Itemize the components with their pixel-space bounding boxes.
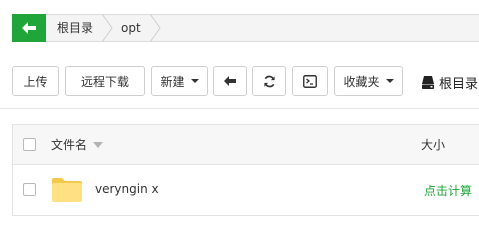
table-header: 文件名 大小 bbox=[13, 125, 479, 165]
file-table: 文件名 大小 veryngin x 点击计算 bbox=[12, 124, 479, 216]
breadcrumb-item-opt[interactable]: opt bbox=[121, 15, 141, 41]
column-header-name[interactable]: 文件名 bbox=[51, 136, 104, 153]
sort-icon bbox=[93, 141, 104, 148]
chevron-down-icon bbox=[385, 79, 394, 83]
breadcrumb-item-root[interactable]: 根目录 bbox=[57, 15, 93, 41]
back-nav-button[interactable] bbox=[213, 66, 247, 96]
refresh-button[interactable] bbox=[252, 66, 286, 96]
table-row[interactable]: veryngin x 点击计算 bbox=[13, 165, 479, 215]
chevron-right-icon bbox=[101, 14, 113, 42]
disk-button[interactable]: 根目录 bbox=[422, 72, 478, 92]
disk-icon bbox=[422, 75, 434, 89]
select-all-checkbox[interactable] bbox=[23, 138, 36, 151]
terminal-icon bbox=[303, 74, 317, 88]
favorites-label: 收藏夹 bbox=[343, 74, 380, 89]
file-name[interactable]: veryngin x bbox=[95, 182, 159, 196]
chevron-right-icon bbox=[149, 14, 161, 42]
arrow-left-icon bbox=[224, 76, 236, 86]
calculate-size-link[interactable]: 点击计算 bbox=[424, 182, 472, 199]
new-label: 新建 bbox=[160, 74, 185, 89]
remote-download-button[interactable]: 远程下载 bbox=[65, 66, 145, 96]
terminal-button[interactable] bbox=[292, 66, 328, 96]
column-header-size[interactable]: 大小 bbox=[421, 136, 445, 153]
new-button[interactable]: 新建 bbox=[151, 66, 208, 96]
refresh-icon bbox=[263, 75, 275, 87]
chevron-down-icon bbox=[190, 79, 199, 83]
disk-label: 根目录 bbox=[439, 76, 479, 92]
toolbar-divider bbox=[0, 108, 479, 109]
breadcrumb: 根目录 opt bbox=[12, 14, 479, 42]
row-checkbox[interactable] bbox=[23, 183, 36, 196]
upload-button[interactable]: 上传 bbox=[12, 66, 59, 96]
column-name-label: 文件名 bbox=[51, 138, 88, 152]
back-button[interactable] bbox=[12, 14, 46, 42]
favorites-button[interactable]: 收藏夹 bbox=[334, 66, 403, 96]
upload-label: 上传 bbox=[23, 74, 48, 89]
folder-icon bbox=[52, 178, 82, 202]
remote-download-label: 远程下载 bbox=[80, 74, 129, 89]
arrow-left-icon bbox=[22, 22, 36, 34]
